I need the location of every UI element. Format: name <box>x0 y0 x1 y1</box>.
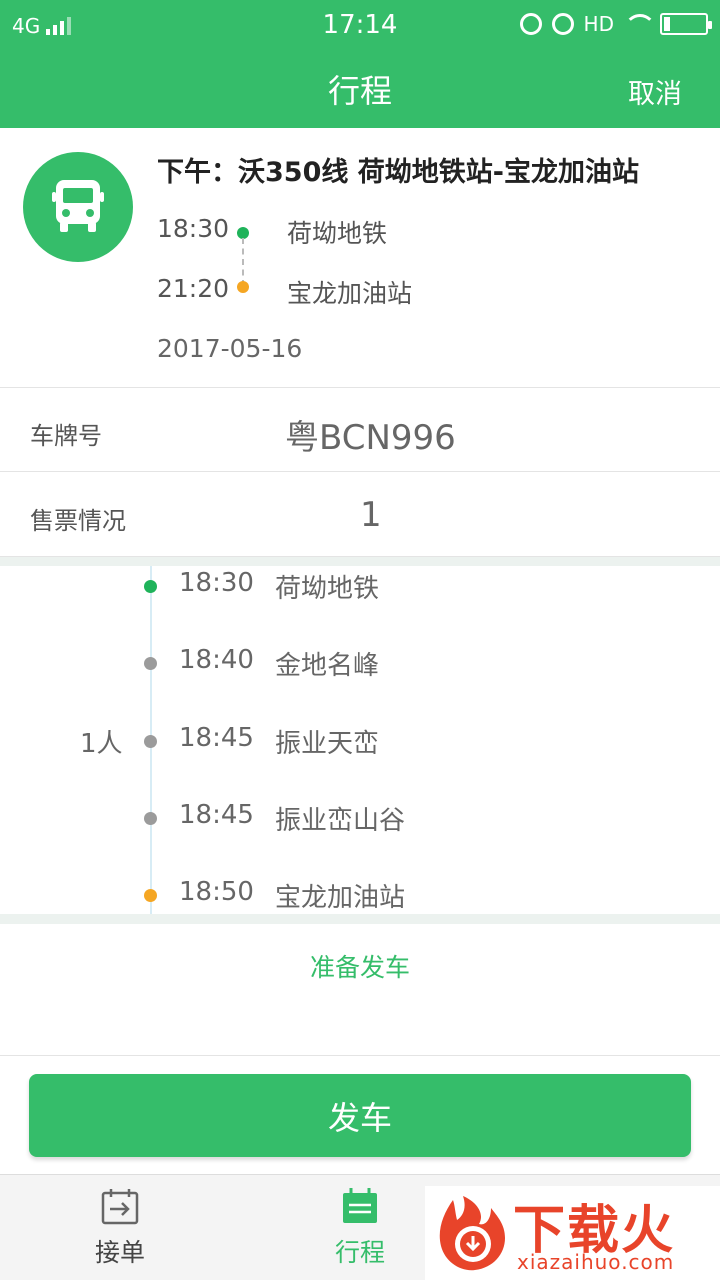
stop-place: 振业峦山谷 <box>275 806 406 836</box>
stop-place: 宝龙加油站 <box>275 883 406 913</box>
trip-start-place: 荷坳地铁 <box>287 219 388 248</box>
depart-button[interactable]: 发车 <box>29 1074 691 1157</box>
watermark-logo: 下载火 xiazaihuo.com <box>425 1186 720 1280</box>
stop-passenger-count: 1人 <box>80 729 123 759</box>
ticket-row: 售票情况 1 <box>0 473 720 557</box>
tab-trip[interactable]: 行程 <box>280 1175 440 1280</box>
trip-title: 下午：沃350线 荷坳地铁站-宝龙加油站 <box>157 157 639 188</box>
divider <box>0 914 720 924</box>
stop-row: 1人 18:45 振业天峦 <box>0 723 720 763</box>
stop-time: 18:45 <box>179 723 254 753</box>
alarm-icon <box>551 13 574 35</box>
status-bar: 4G 17:14 HD <box>0 0 720 52</box>
stop-row: 18:40 金地名峰 <box>0 645 720 685</box>
stop-place: 金地名峰 <box>275 651 380 681</box>
bus-icon <box>23 152 133 262</box>
stop-dot <box>144 580 157 593</box>
trip-icon <box>343 1188 377 1223</box>
stop-row: 18:45 振业峦山谷 <box>0 800 720 840</box>
trip-date: 2017-05-16 <box>157 334 303 363</box>
depart-area: 发车 <box>0 1057 720 1174</box>
plate-row: 车牌号 粤BCN996 <box>0 388 720 472</box>
ready-status: 准备发车 <box>309 953 410 982</box>
trip-summary: 下午：沃350线 荷坳地铁站-宝龙加油站 18:30 荷坳地铁 21:20 宝龙… <box>0 128 720 388</box>
route-connector <box>242 238 244 286</box>
order-icon <box>101 1189 139 1225</box>
stop-row: 18:50 宝龙加油站 <box>0 877 720 917</box>
battery-icon <box>660 13 712 35</box>
watermark-url: xiazaihuo.com <box>517 1250 675 1274</box>
stop-dot <box>144 735 157 748</box>
stop-place: 振业天峦 <box>275 729 380 759</box>
trip-start-time: 18:30 <box>157 214 230 243</box>
rotation-lock-icon <box>519 13 542 35</box>
stop-time: 18:40 <box>179 645 254 675</box>
tab-orders-label: 接单 <box>94 1238 145 1267</box>
ticket-label: 售票情况 <box>30 507 126 535</box>
hd-label: HD <box>583 12 614 36</box>
cancel-button[interactable]: 取消 <box>628 72 682 111</box>
trip-end-place: 宝龙加油站 <box>287 279 413 308</box>
stop-dot <box>144 657 157 670</box>
tab-trip-label: 行程 <box>334 1238 385 1267</box>
stop-place: 荷坳地铁 <box>275 574 380 604</box>
page-title: 行程 <box>327 72 392 110</box>
trip-end-time: 21:20 <box>157 274 230 303</box>
status-icons: HD <box>519 12 712 36</box>
stop-time: 18:30 <box>179 568 254 598</box>
stop-row: 18:30 荷坳地铁 <box>0 568 720 608</box>
stop-dot <box>144 812 157 825</box>
flame-logo-icon <box>439 1196 505 1271</box>
top-bar: 4G 17:14 HD 行程 取消 <box>0 0 720 128</box>
tab-orders[interactable]: 接单 <box>40 1175 200 1280</box>
stop-dot <box>144 889 157 902</box>
ready-section: 准备发车 <box>0 924 720 1056</box>
stop-time: 18:50 <box>179 877 254 907</box>
trip-end: 21:20 宝龙加油站 <box>157 274 412 308</box>
stop-timeline: 18:30 荷坳地铁 18:40 金地名峰 1人 18:45 振业天峦 18:4… <box>0 566 720 914</box>
plate-value: 粤BCN996 <box>285 418 456 458</box>
ticket-value: 1 <box>360 495 382 535</box>
trip-start: 18:30 荷坳地铁 <box>157 214 387 248</box>
wifi-icon <box>624 14 656 34</box>
stop-time: 18:45 <box>179 800 254 830</box>
end-dot <box>237 281 249 293</box>
plate-label: 车牌号 <box>30 422 102 450</box>
